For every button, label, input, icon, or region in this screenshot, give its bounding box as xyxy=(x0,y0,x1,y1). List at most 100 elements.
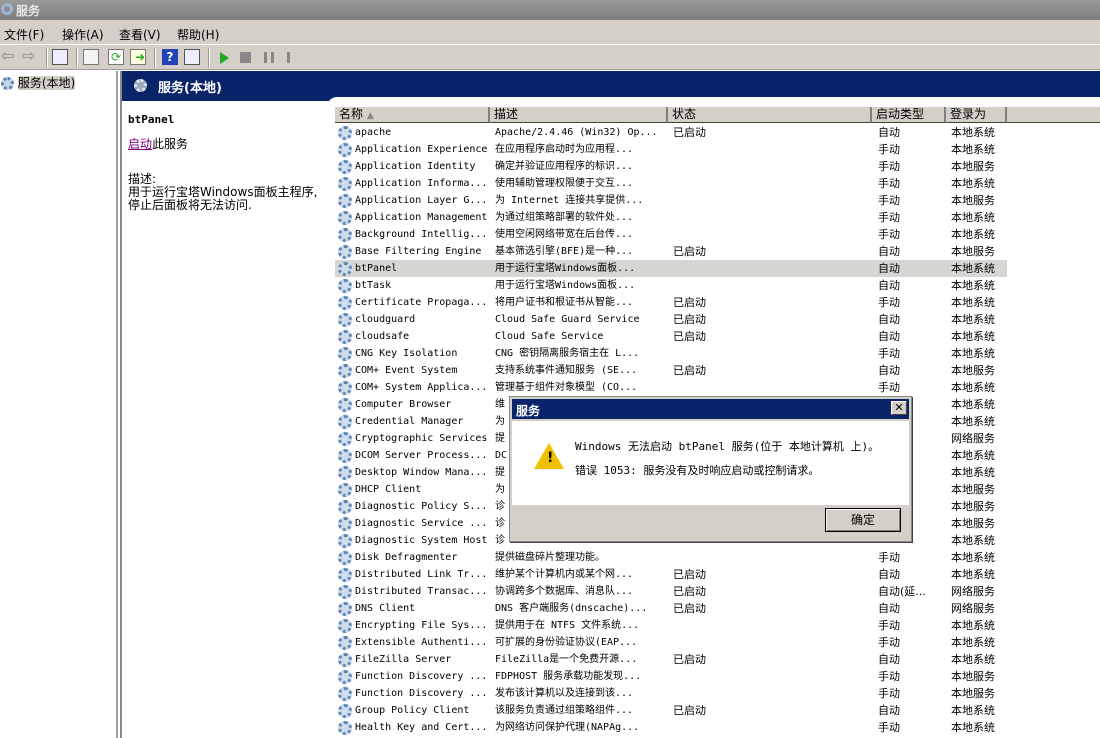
service-row[interactable]: Disk Defragmenter 提供磁盘碎片整理功能。 手动 本地系统 xyxy=(335,549,1007,566)
services-gear-icon xyxy=(1,77,14,90)
tree-item-services-local[interactable]: 服务(本地) xyxy=(0,71,116,91)
resume-icon[interactable] xyxy=(287,52,299,63)
service-log-on-as: 本地系统 xyxy=(951,211,995,224)
service-log-on-as: 本地系统 xyxy=(951,296,995,309)
column-header-name[interactable]: 名称 ▲ xyxy=(335,107,490,123)
detail-service-name: btPanel xyxy=(128,113,175,126)
service-gear-icon xyxy=(338,228,352,242)
service-row[interactable]: cloudsafe Cloud Safe Service 已启动 自动 本地系统 xyxy=(335,328,1007,345)
service-row[interactable]: cloudguard Cloud Safe Guard Service 已启动 自动 本… xyxy=(335,311,1007,328)
service-row[interactable]: btPanel 用于运行宝塔Windows面板... 自动 本地系统 xyxy=(335,260,1007,277)
menu-action[interactable]: 操作(A) xyxy=(62,26,104,43)
export-list-icon[interactable]: ➜ xyxy=(130,49,146,65)
service-gear-icon xyxy=(338,160,352,174)
service-row[interactable]: Application Identity 确定并验证应用程序的标识... 手动 本地服… xyxy=(335,158,1007,175)
service-log-on-as: 本地系统 xyxy=(951,330,995,343)
menu-view[interactable]: 查看(V) xyxy=(119,26,161,43)
service-row[interactable]: Application Management 为通过组策略部署的软件处... 手动 本… xyxy=(335,209,1007,226)
refresh-icon[interactable]: ⟳ xyxy=(108,49,124,65)
service-startup-type: 手动 xyxy=(878,347,900,360)
service-startup-type: 手动 xyxy=(878,636,900,649)
service-row[interactable]: DNS Client DNS 客户端服务(dnscache)... 已启动 自动 网络服… xyxy=(335,600,1007,617)
service-name: cloudsafe xyxy=(355,331,410,342)
service-name: COM+ System Applica... xyxy=(355,382,488,393)
column-header-status[interactable]: 状态 xyxy=(668,107,872,123)
service-gear-icon xyxy=(338,313,352,327)
action-pane-icon[interactable] xyxy=(184,49,200,65)
warning-icon: ! xyxy=(534,443,564,469)
service-row[interactable]: Group Policy Client 该服务负责通过组策略组件... 已启动 自动 本… xyxy=(335,702,1007,719)
service-log-on-as: 本地系统 xyxy=(951,721,995,734)
column-header-startup-type[interactable]: 启动类型 xyxy=(872,107,946,123)
service-log-on-as: 本地系统 xyxy=(951,381,995,394)
service-log-on-as: 本地系统 xyxy=(951,534,995,547)
service-status: 已启动 xyxy=(673,245,706,258)
dialog-message-line1: Windows 无法启动 btPanel 服务(位于 本地计算机 上)。 xyxy=(575,440,880,453)
service-row[interactable]: Application Informa... 使用辅助管理权限便于交互... 手动 本… xyxy=(335,175,1007,192)
column-header-log-on-as[interactable]: 登录为 xyxy=(946,107,1007,123)
service-name: Distributed Transac... xyxy=(355,586,488,597)
show-hide-tree-icon[interactable] xyxy=(52,49,68,65)
service-row[interactable]: Encrypting File Sys... 提供用于在 NTFS 文件系统...… xyxy=(335,617,1007,634)
service-row[interactable]: Application Layer G... 为 Internet 连接共享提供.… xyxy=(335,192,1007,209)
menu-help[interactable]: 帮助(H) xyxy=(177,26,219,43)
service-row[interactable]: COM+ Event System 支持系统事件通知服务 (SE... 已启动 自动 本… xyxy=(335,362,1007,379)
service-log-on-as: 本地服务 xyxy=(951,687,995,700)
service-description: 用于运行宝塔Windows面板... xyxy=(495,263,636,274)
service-row[interactable]: FileZilla Server FileZilla是一个免费开源... 已启动 自动… xyxy=(335,651,1007,668)
services-gear-icon xyxy=(134,79,147,92)
service-row[interactable]: Application Experience 在应用程序启动时为应用程... 手动 本… xyxy=(335,141,1007,158)
menu-file[interactable]: 文件(F) xyxy=(4,26,44,43)
service-name: Certificate Propaga... xyxy=(355,297,488,308)
service-description: FileZilla是一个免费开源... xyxy=(495,654,638,665)
service-row[interactable]: Certificate Propaga... 将用户证书和根证书从智能... 已启动… xyxy=(335,294,1007,311)
pause-icon[interactable] xyxy=(264,52,274,63)
forward-icon[interactable]: ⇨ xyxy=(22,48,38,65)
service-gear-icon xyxy=(338,619,352,633)
service-row[interactable]: Function Discovery ... FDPHOST 服务承载功能发现..… xyxy=(335,668,1007,685)
service-gear-icon xyxy=(338,211,352,225)
service-row[interactable]: Extensible Authenti... 可扩展的身份验证协议(EAP... 手… xyxy=(335,634,1007,651)
stop-icon[interactable] xyxy=(240,52,251,63)
service-status: 已启动 xyxy=(673,330,706,343)
service-row[interactable]: Base Filtering Engine 基本筛选引擎(BFE)是一种... 已启… xyxy=(335,243,1007,260)
service-startup-type: 自动 xyxy=(878,364,900,377)
service-gear-icon xyxy=(338,245,352,259)
service-row[interactable]: CNG Key Isolation CNG 密钥隔离服务宿主在 L... 手动 本地系… xyxy=(335,345,1007,362)
service-row[interactable]: Distributed Link Tr... 维护某个计算机内或某个网... 已启动… xyxy=(335,566,1007,583)
dialog-close-button[interactable]: ✕ xyxy=(891,401,907,415)
service-name: Encrypting File Sys... xyxy=(355,620,488,631)
service-row[interactable]: COM+ System Applica... 管理基于组件对象模型 (CO... 手… xyxy=(335,379,1007,396)
start-service-link[interactable]: 启动 xyxy=(128,137,152,151)
back-icon[interactable]: ⇦ xyxy=(1,48,17,65)
column-header-description[interactable]: 描述 xyxy=(490,107,668,123)
service-name: Disk Defragmenter xyxy=(355,552,458,563)
service-row[interactable]: Health Key and Cert... 为网络访问保护代理(NAPAg...… xyxy=(335,719,1007,736)
window-title-bar: 服务 xyxy=(0,0,1100,20)
service-row[interactable]: apache Apache/2.4.46 (Win32) Op... 已启动 自动 本地… xyxy=(335,124,1007,141)
service-log-on-as: 本地服务 xyxy=(951,500,995,513)
service-row[interactable]: btTask 用于运行宝塔Windows面板... 自动 本地系统 xyxy=(335,277,1007,294)
menu-bar: 文件(F) 操作(A) 查看(V) 帮助(H) xyxy=(0,20,1100,45)
service-log-on-as: 网络服务 xyxy=(951,602,995,615)
service-row[interactable]: Function Discovery ... 发布该计算机以及连接到该... 手动 本… xyxy=(335,685,1007,702)
service-description: 该服务负责通过组策略组件... xyxy=(495,705,634,716)
service-row[interactable]: Background Intellig... 使用空闲网络带宽在后台传... 手动 本… xyxy=(335,226,1007,243)
service-gear-icon xyxy=(338,143,352,157)
service-gear-icon xyxy=(338,500,352,514)
service-name: Application Experience xyxy=(355,144,488,155)
start-icon[interactable] xyxy=(220,52,229,64)
ok-button[interactable]: 确定 xyxy=(825,508,901,532)
help-icon[interactable]: ? xyxy=(162,49,178,65)
service-description: 支持系统事件通知服务 (SE... xyxy=(495,365,638,376)
service-name: Diagnostic Service ... xyxy=(355,518,488,529)
properties-icon[interactable] xyxy=(83,49,99,65)
service-row[interactable]: Distributed Transac... 协调跨多个数据库、消息队... 已启动… xyxy=(335,583,1007,600)
service-name: Health Key and Cert... xyxy=(355,722,488,733)
service-description: 为 Internet 连接共享提供... xyxy=(495,195,644,206)
service-gear-icon xyxy=(338,126,352,140)
service-description: 基本筛选引擎(BFE)是一种... xyxy=(495,246,634,257)
service-log-on-as: 本地服务 xyxy=(951,483,995,496)
service-description: 将用户证书和根证书从智能... xyxy=(495,297,634,308)
service-log-on-as: 本地系统 xyxy=(951,704,995,717)
